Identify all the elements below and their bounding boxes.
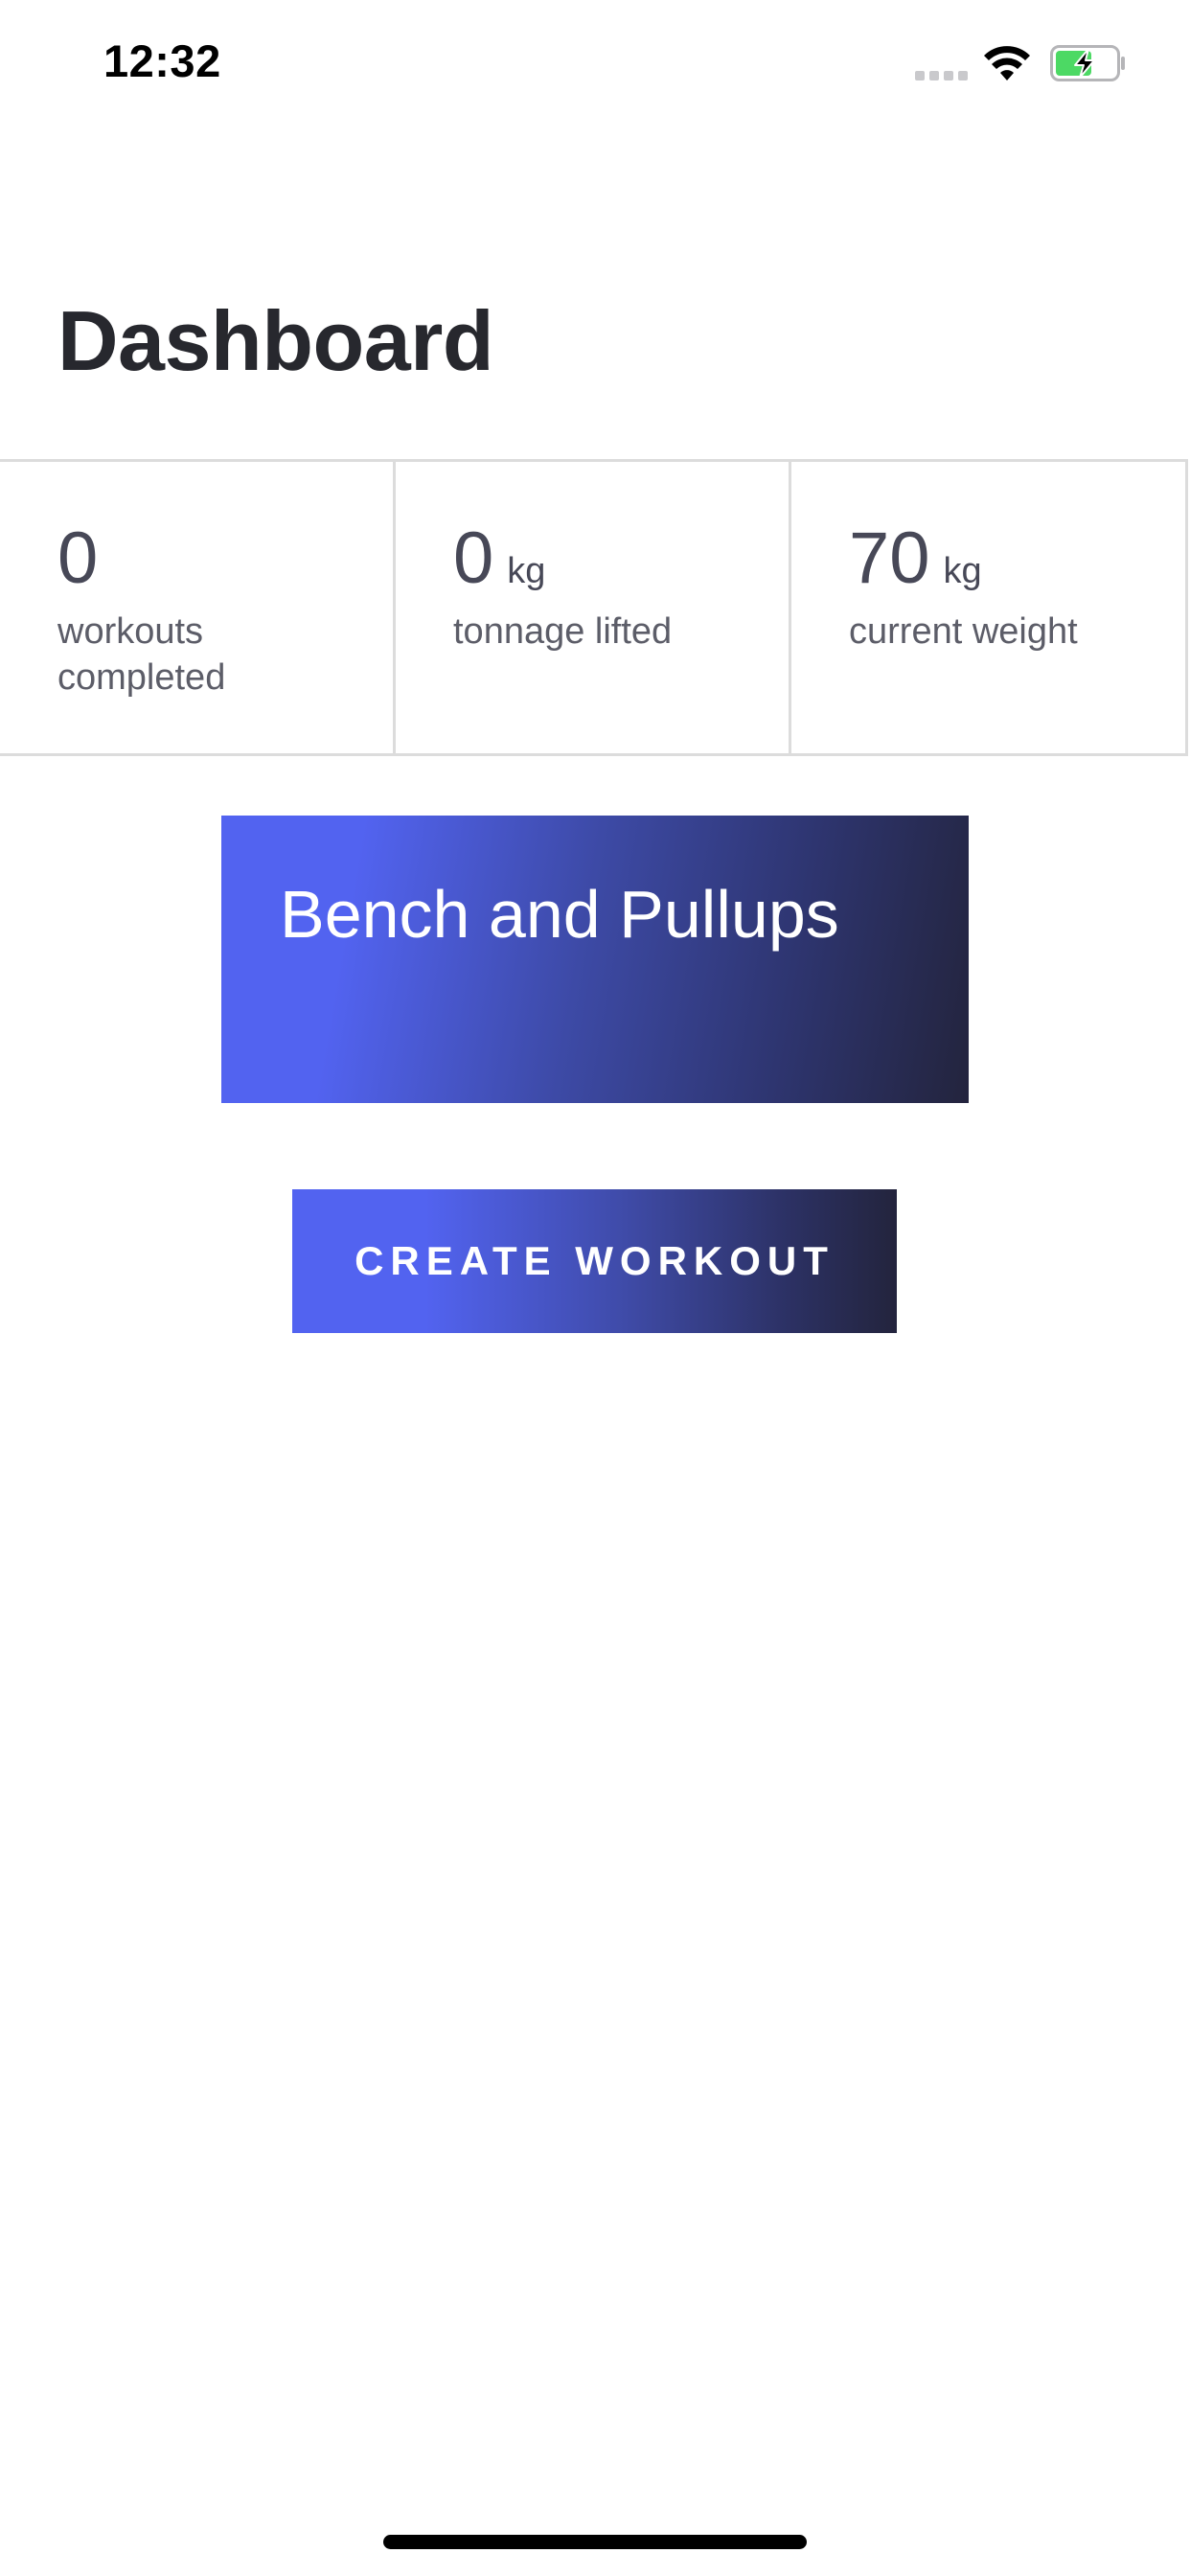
stat-label: workouts completed [57,611,226,698]
battery-charging-icon [1050,45,1125,81]
signal-icon [915,71,969,80]
stat-tonnage-lifted: 0 kg tonnage lifted [396,462,791,753]
stat-value: 70 [849,518,930,599]
stat-value: 0 [57,518,99,599]
stat-label: current weight [849,611,1078,652]
stat-value: 0 [453,518,494,599]
page-title: Dashboard [57,293,494,388]
status-time: 12:32 [103,35,221,86]
stat-workouts-completed: 0 workouts completed [0,462,396,753]
stat-label: tonnage lifted [453,611,673,652]
stat-current-weight: 70 kg current weight [791,462,1188,753]
stats-panel: 0 workouts completed 0 kg tonnage lifted … [0,459,1188,756]
workout-card[interactable]: Bench and Pullups [221,816,969,1103]
create-workout-button[interactable]: CREATE WORKOUT [292,1189,897,1333]
stat-unit: kg [507,551,546,591]
home-indicator[interactable] [383,2535,807,2549]
workout-card-title: Bench and Pullups [280,877,839,952]
stat-unit: kg [943,551,982,591]
wifi-icon [984,46,1030,80]
